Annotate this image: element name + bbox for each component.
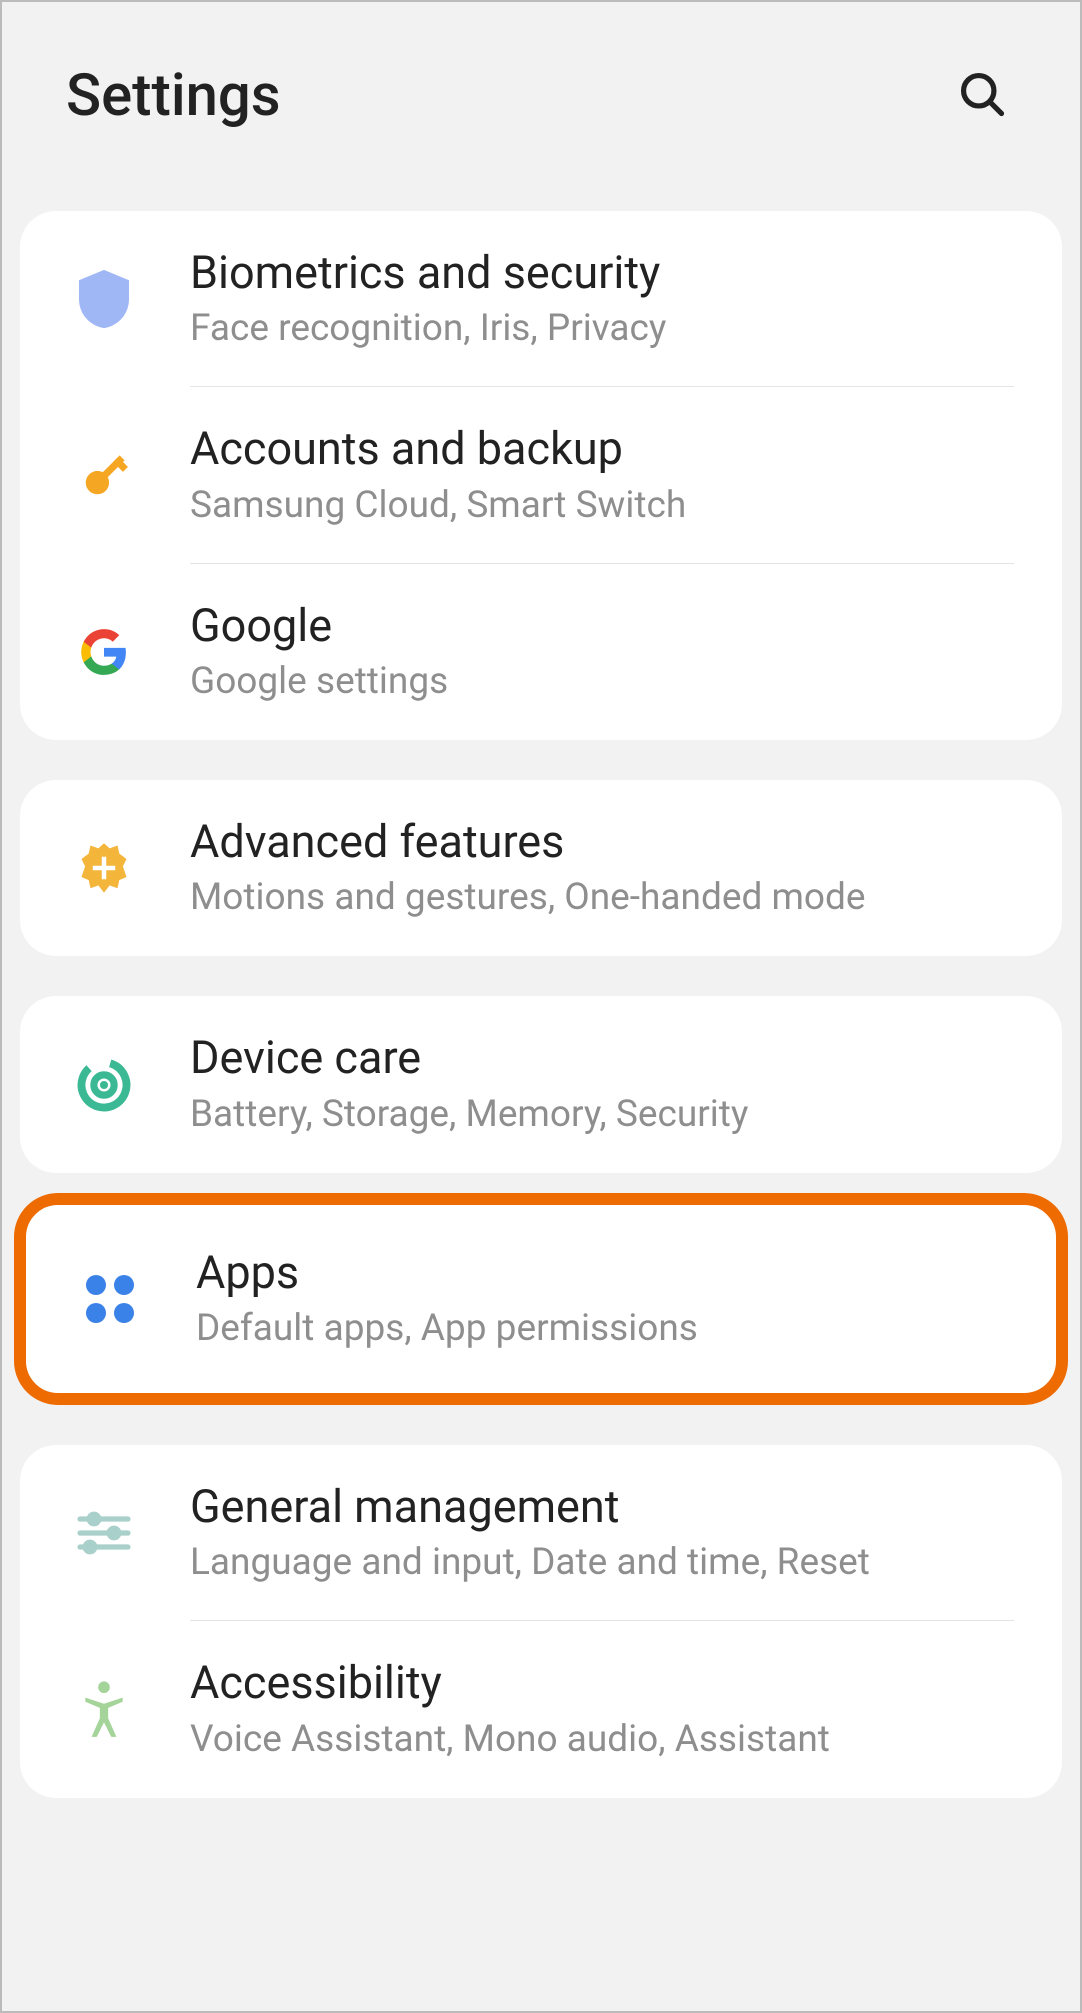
row-biometrics-security[interactable]: Biometrics and security Face recognition… <box>20 211 1062 387</box>
settings-group: Advanced features Motions and gestures, … <box>20 780 1062 956</box>
row-subtitle: Language and input, Date and time, Reset <box>190 1539 1014 1587</box>
settings-group: Biometrics and security Face recognition… <box>20 211 1062 740</box>
key-icon <box>74 446 134 506</box>
row-title: Accounts and backup <box>190 421 1014 477</box>
settings-group: Device care Battery, Storage, Memory, Se… <box>20 996 1062 1172</box>
row-general-management[interactable]: General management Language and input, D… <box>20 1445 1062 1621</box>
row-text: Google Google settings <box>190 598 1014 706</box>
highlighted-row-apps: Apps Default apps, App permissions <box>14 1193 1068 1405</box>
row-google[interactable]: Google Google settings <box>20 564 1062 740</box>
row-text: Apps Default apps, App permissions <box>196 1245 1008 1353</box>
search-icon <box>956 108 1008 123</box>
row-text: Biometrics and security Face recognition… <box>190 245 1014 353</box>
row-title: Google <box>190 598 1014 654</box>
shield-icon <box>74 269 134 329</box>
page-title: Settings <box>66 62 281 130</box>
header: Settings <box>2 2 1080 211</box>
sliders-icon <box>74 1503 134 1563</box>
row-title: Advanced features <box>190 814 1014 870</box>
row-text: Device care Battery, Storage, Memory, Se… <box>190 1030 1014 1138</box>
row-title: General management <box>190 1479 1014 1535</box>
row-subtitle: Battery, Storage, Memory, Security <box>190 1091 1014 1139</box>
row-title: Accessibility <box>190 1655 1014 1711</box>
row-subtitle: Google settings <box>190 658 1014 706</box>
row-title: Apps <box>196 1245 1008 1301</box>
row-subtitle: Face recognition, Iris, Privacy <box>190 305 1014 353</box>
row-apps[interactable]: Apps Default apps, App permissions <box>26 1205 1056 1393</box>
row-text: General management Language and input, D… <box>190 1479 1014 1587</box>
row-device-care[interactable]: Device care Battery, Storage, Memory, Se… <box>20 996 1062 1172</box>
row-title: Biometrics and security <box>190 245 1014 301</box>
plus-gear-icon <box>74 838 134 898</box>
row-accessibility[interactable]: Accessibility Voice Assistant, Mono audi… <box>20 1621 1062 1797</box>
apps-icon <box>80 1269 140 1329</box>
search-button[interactable] <box>948 60 1016 131</box>
row-subtitle: Samsung Cloud, Smart Switch <box>190 482 1014 530</box>
row-subtitle: Default apps, App permissions <box>196 1305 1008 1353</box>
row-subtitle: Voice Assistant, Mono audio, Assistant <box>190 1716 1014 1764</box>
accessibility-icon <box>74 1680 134 1740</box>
row-accounts-backup[interactable]: Accounts and backup Samsung Cloud, Smart… <box>20 387 1062 563</box>
device-care-icon <box>74 1055 134 1115</box>
row-advanced-features[interactable]: Advanced features Motions and gestures, … <box>20 780 1062 956</box>
row-title: Device care <box>190 1030 1014 1086</box>
row-text: Advanced features Motions and gestures, … <box>190 814 1014 922</box>
row-text: Accounts and backup Samsung Cloud, Smart… <box>190 421 1014 529</box>
row-text: Accessibility Voice Assistant, Mono audi… <box>190 1655 1014 1763</box>
row-subtitle: Motions and gestures, One-handed mode <box>190 874 1014 922</box>
google-icon <box>74 622 134 682</box>
settings-group: General management Language and input, D… <box>20 1445 1062 1798</box>
